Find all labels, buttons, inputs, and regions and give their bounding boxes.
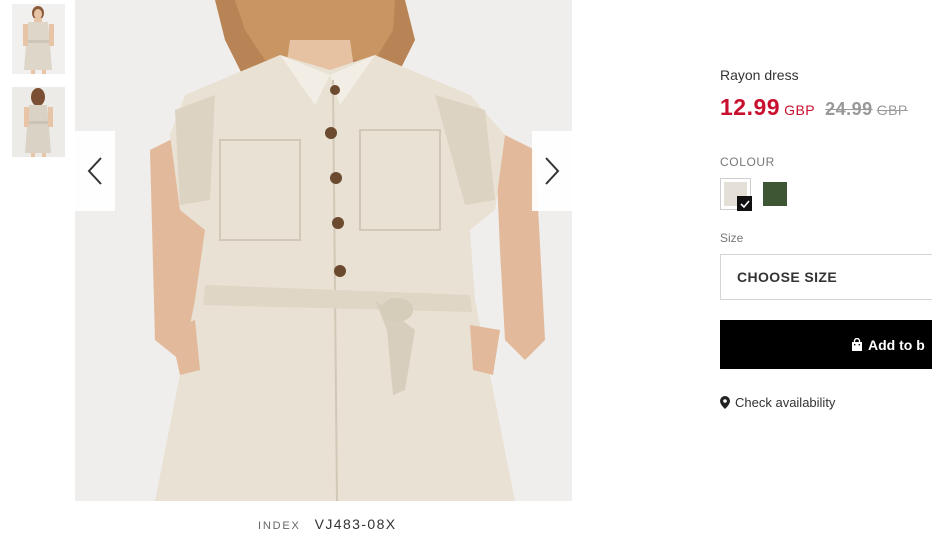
index-label: INDEX	[258, 520, 301, 532]
index-value: VJ483-08X	[314, 516, 397, 532]
sale-price: 12.99	[720, 94, 781, 120]
check-availability-label: Check availability	[735, 395, 836, 410]
add-to-bag-button[interactable]: Add to b	[720, 320, 932, 369]
main-product-image	[75, 0, 572, 501]
colour-swatch-khaki[interactable]	[763, 182, 787, 206]
add-to-bag-label: Add to b	[868, 336, 925, 353]
swatch-fill	[763, 182, 787, 206]
next-image-button[interactable]	[532, 131, 572, 211]
colour-swatch-beige[interactable]	[720, 178, 752, 211]
thumbnail-front-image	[12, 4, 65, 74]
sale-price-currency: GBP	[784, 102, 816, 118]
size-label: Size	[720, 231, 744, 245]
map-pin-icon	[720, 396, 730, 409]
shopping-bag-icon	[851, 338, 863, 351]
price-row: 12.99 GBP 24.99 GBP	[720, 94, 908, 121]
colour-label: COLOUR	[720, 155, 775, 169]
thumbnail-back-image	[12, 87, 65, 157]
original-price: 24.99	[825, 99, 873, 119]
size-select[interactable]: CHOOSE SIZE	[720, 254, 932, 300]
product-title: Rayon dress	[720, 67, 799, 83]
thumbnail-list	[12, 4, 65, 170]
check-availability-link[interactable]: Check availability	[720, 395, 835, 410]
dress-photo	[75, 0, 572, 501]
product-index: INDEX VJ483-08X	[258, 516, 397, 532]
thumbnail-back[interactable]	[12, 87, 65, 157]
previous-image-button[interactable]	[75, 131, 115, 211]
chevron-right-icon	[545, 157, 560, 185]
checkmark-icon	[737, 196, 752, 211]
original-price-currency: GBP	[876, 102, 908, 118]
chevron-left-icon	[87, 157, 102, 185]
thumbnail-front[interactable]	[12, 4, 65, 74]
